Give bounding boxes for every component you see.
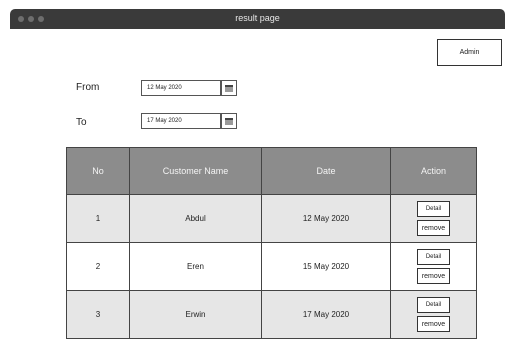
remove-button[interactable]: remove bbox=[417, 220, 450, 236]
from-calendar-button[interactable] bbox=[221, 80, 237, 96]
action-cell: Detail remove bbox=[390, 194, 477, 243]
detail-button[interactable]: Detail bbox=[417, 201, 450, 217]
column-header-date: Date bbox=[261, 147, 391, 195]
customer-name: Erwin bbox=[129, 290, 262, 339]
detail-button[interactable]: Detail bbox=[417, 297, 450, 313]
calendar-icon bbox=[225, 84, 233, 92]
to-date-field[interactable]: 17 May 2020 bbox=[141, 113, 221, 129]
row-date: 15 May 2020 bbox=[261, 242, 391, 291]
table-row: 1 Abdul 12 May 2020 Detail remove bbox=[66, 194, 477, 243]
table-header-row: No Customer Name Date Action bbox=[66, 147, 477, 195]
window-titlebar: result page bbox=[10, 9, 505, 29]
window-title: result page bbox=[235, 13, 280, 23]
customer-name: Abdul bbox=[129, 194, 262, 243]
from-label: From bbox=[76, 82, 100, 93]
calendar-icon bbox=[225, 117, 233, 125]
row-date: 12 May 2020 bbox=[261, 194, 391, 243]
results-table: No Customer Name Date Action 1 Abdul 12 … bbox=[66, 147, 477, 339]
detail-button[interactable]: Detail bbox=[417, 249, 450, 265]
row-date: 17 May 2020 bbox=[261, 290, 391, 339]
from-date-field[interactable]: 12 May 2020 bbox=[141, 80, 221, 96]
row-number: 1 bbox=[66, 194, 130, 243]
customer-name: Eren bbox=[129, 242, 262, 291]
admin-button[interactable]: Admin bbox=[437, 39, 502, 66]
remove-button[interactable]: remove bbox=[417, 316, 450, 332]
row-number: 2 bbox=[66, 242, 130, 291]
column-header-action: Action bbox=[390, 147, 477, 195]
to-label: To bbox=[76, 117, 87, 128]
row-number: 3 bbox=[66, 290, 130, 339]
to-calendar-button[interactable] bbox=[221, 113, 237, 129]
table-row: 3 Erwin 17 May 2020 Detail remove bbox=[66, 290, 477, 339]
action-cell: Detail remove bbox=[390, 242, 477, 291]
table-row: 2 Eren 15 May 2020 Detail remove bbox=[66, 242, 477, 291]
remove-button[interactable]: remove bbox=[417, 268, 450, 284]
column-header-no: No bbox=[66, 147, 130, 195]
column-header-customer-name: Customer Name bbox=[129, 147, 262, 195]
action-cell: Detail remove bbox=[390, 290, 477, 339]
